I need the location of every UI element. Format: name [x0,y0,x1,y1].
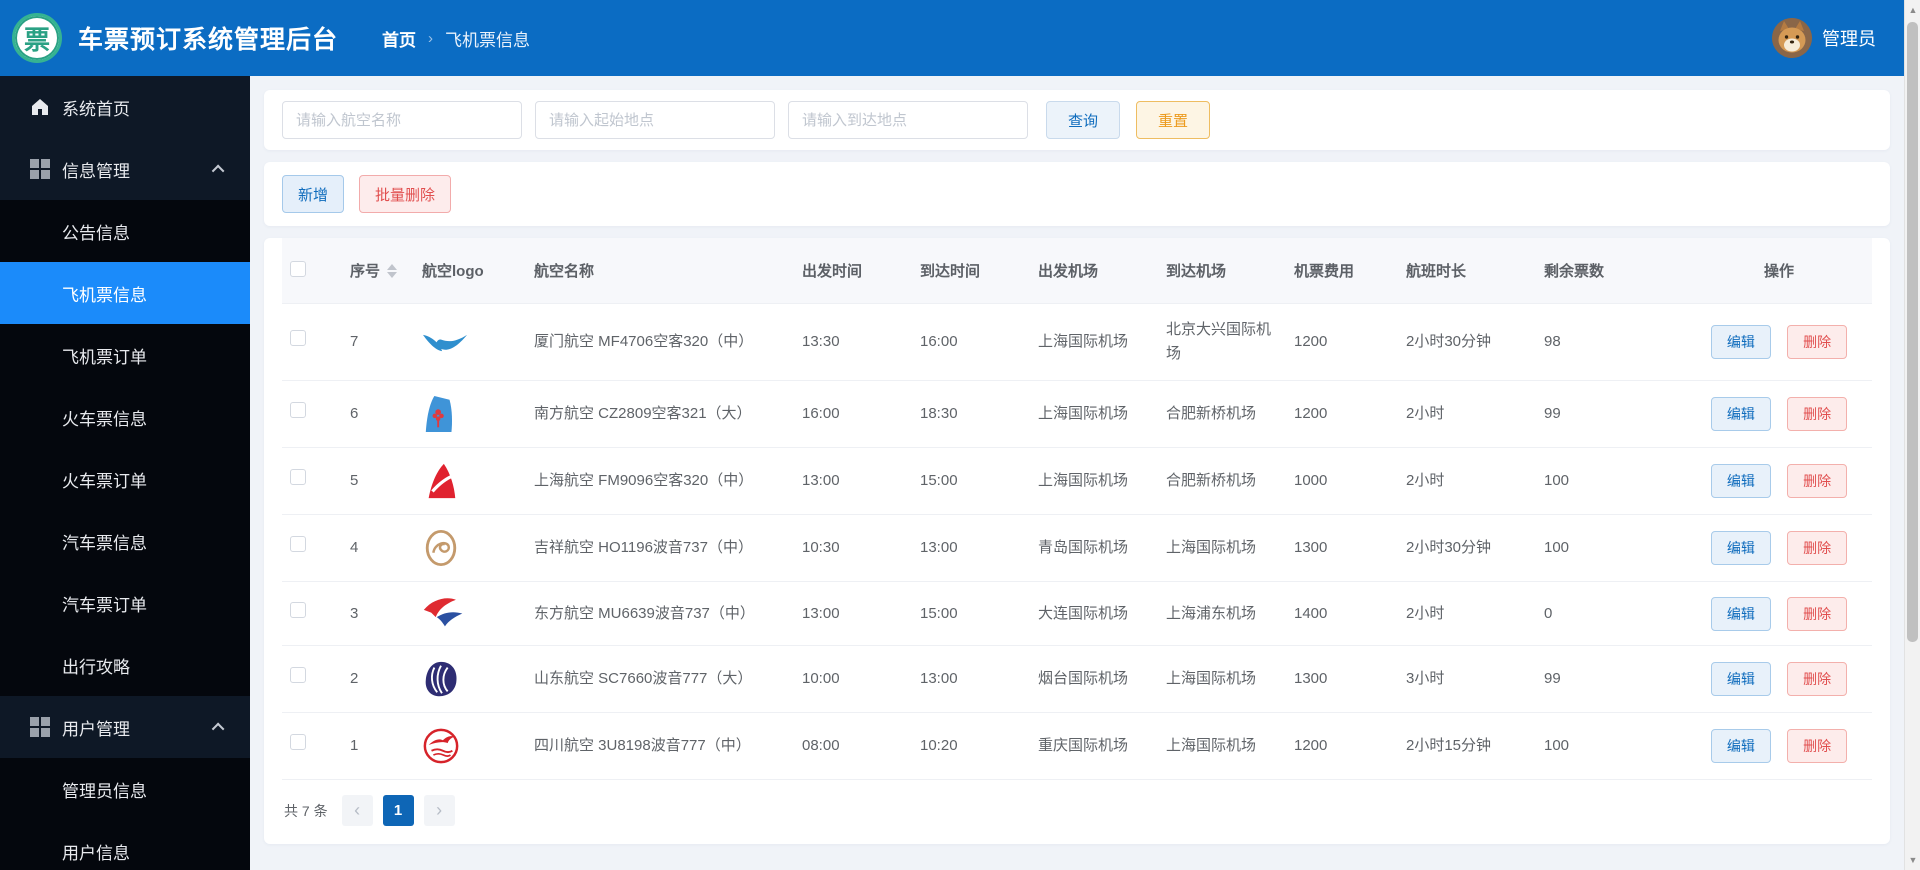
main-content: 查询 重置 新增 批量删除 序号 航空logo 航空名称 出发时间 [250,76,1904,856]
sidebar-item-system-home[interactable]: 系统首页 [0,76,250,138]
query-button[interactable]: 查询 [1046,101,1121,139]
breadcrumb-home[interactable]: 首页 [382,26,416,51]
table-row: 7 厦门航空 MF4706空客320（中） 13:30 16:00 上海国际机场… [282,303,1872,381]
table-row: 5 上海航空 FM9096空客320（中） 13:00 15:00 上海国际机场… [282,447,1872,515]
top-bar: 票 车票预订系统管理后台 首页 › 飞机票信息 管理员 [0,0,1920,76]
departure-place-input[interactable] [535,101,775,139]
chevron-up-icon [211,164,225,177]
scrollbar[interactable]: ▲ ▼ [1904,0,1920,870]
airline-name-input[interactable] [282,101,522,139]
sidebar-item-travel-guide[interactable]: 出行攻略 [0,634,250,696]
delete-button[interactable]: 删除 [1787,464,1848,498]
edit-button[interactable]: 编辑 [1710,531,1771,565]
row-checkbox[interactable] [290,734,306,750]
toolbar: 新增 批量删除 [264,162,1890,226]
scroll-down-icon[interactable]: ▼ [1905,852,1920,868]
flight-table-panel: 序号 航空logo 航空名称 出发时间 到达时间 出发机场 到达机场 机票费用 … [264,238,1890,844]
sidebar-item-bus-ticket-orders[interactable]: 汽车票订单 [0,572,250,634]
app-logo-icon: 票 [12,13,62,63]
delete-button[interactable]: 删除 [1787,662,1848,696]
chevron-up-icon [211,722,225,735]
sidebar-group-user-management[interactable]: 用户管理 [0,696,250,758]
sidebar-group-info-management[interactable]: 信息管理 [0,138,250,200]
breadcrumb-separator-icon: › [428,29,434,47]
row-checkbox[interactable] [290,667,306,683]
table-row: 6 南方航空 CZ2809空客321（大） 16:00 18:30 上海国际机场… [282,380,1872,448]
select-all-checkbox[interactable] [290,260,306,277]
breadcrumb-current: 飞机票信息 [445,30,531,50]
current-page-button[interactable]: 1 [382,795,414,826]
user-area[interactable]: 管理员 [1772,18,1894,58]
sidebar-item-flight-ticket-info[interactable]: 飞机票信息 [0,262,250,324]
airline-logo-china-southern [422,395,518,433]
home-icon [32,99,48,115]
table-row: 1 四川航空 3U8198波音777（中） 08:00 10:20 重庆国际机场… [282,712,1872,780]
delete-button[interactable]: 删除 [1787,729,1848,763]
shiba-avatar-image [1772,18,1812,58]
arrival-place-input[interactable] [788,101,1028,139]
breadcrumb: 首页 › 飞机票信息 [382,26,530,51]
flight-table: 序号 航空logo 航空名称 出发时间 到达时间 出发机场 到达机场 机票费用 … [282,238,1872,780]
airline-logo-china-eastern [422,596,518,631]
pagination-total: 共 7 条 [284,802,328,819]
grid-icon [30,717,50,737]
reset-button[interactable]: 重置 [1136,101,1211,139]
edit-button[interactable]: 编辑 [1710,729,1771,763]
sidebar-item-admin-info[interactable]: 管理员信息 [0,758,250,820]
edit-button[interactable]: 编辑 [1710,596,1771,631]
edit-button[interactable]: 编辑 [1710,397,1771,431]
delete-button[interactable]: 删除 [1787,531,1848,565]
prev-page-button[interactable]: ‹ [341,795,373,826]
app-title: 车票预订系统管理后台 [78,26,339,54]
add-button[interactable]: 新增 [282,175,345,213]
table-header-row: 序号 航空logo 航空名称 出发时间 到达时间 出发机场 到达机场 机票费用 … [282,238,1872,304]
scroll-up-icon[interactable]: ▲ [1905,2,1920,18]
delete-button[interactable]: 删除 [1787,325,1848,359]
table-row: 3 东方航空 MU6639波音737（中） 13:00 15:00 大连国际机场… [282,581,1872,646]
sort-icon[interactable] [387,263,398,278]
row-checkbox[interactable] [290,536,306,552]
sidebar: 系统首页 信息管理 公告信息 飞机票信息 飞机票订单 火车票信息 火车票订单 汽… [0,76,250,870]
row-checkbox[interactable] [290,601,306,618]
delete-button[interactable]: 删除 [1787,596,1848,631]
table-row: 4 吉祥航空 HO1196波音737（中） 10:30 13:00 青岛国际机场… [282,514,1872,582]
airline-logo-xiamen-air [422,326,518,359]
pagination: 共 7 条 ‹ 1 › [282,780,1872,840]
sidebar-item-train-ticket-orders[interactable]: 火车票订单 [0,448,250,510]
row-checkbox[interactable] [290,330,306,346]
row-checkbox[interactable] [290,469,306,485]
edit-button[interactable]: 编辑 [1710,325,1771,359]
airline-logo-juneyao-air [422,529,518,567]
edit-button[interactable]: 编辑 [1710,464,1771,498]
next-page-button[interactable]: › [423,795,455,826]
edit-button[interactable]: 编辑 [1710,662,1771,696]
delete-button[interactable]: 删除 [1787,397,1848,431]
table-row: 2 山东航空 SC7660波音777（大） 10:00 13:00 烟台国际机场… [282,645,1872,713]
airline-logo-shanghai-airlines [422,462,518,500]
search-panel: 查询 重置 [264,90,1890,150]
sidebar-item-flight-ticket-orders[interactable]: 飞机票订单 [0,324,250,386]
sidebar-item-user-info[interactable]: 用户信息 [0,820,250,870]
scrollbar-thumb[interactable] [1907,22,1918,642]
sidebar-item-notice-info[interactable]: 公告信息 [0,200,250,262]
airline-logo-sichuan-airlines [422,727,518,765]
airline-logo-shandong-airlines [422,660,518,698]
sidebar-item-train-ticket-info[interactable]: 火车票信息 [0,386,250,448]
sidebar-item-bus-ticket-info[interactable]: 汽车票信息 [0,510,250,572]
batch-delete-button[interactable]: 批量删除 [359,175,452,213]
username[interactable]: 管理员 [1822,25,1876,51]
avatar[interactable] [1772,18,1812,58]
grid-icon [30,159,50,179]
row-checkbox[interactable] [290,402,306,418]
